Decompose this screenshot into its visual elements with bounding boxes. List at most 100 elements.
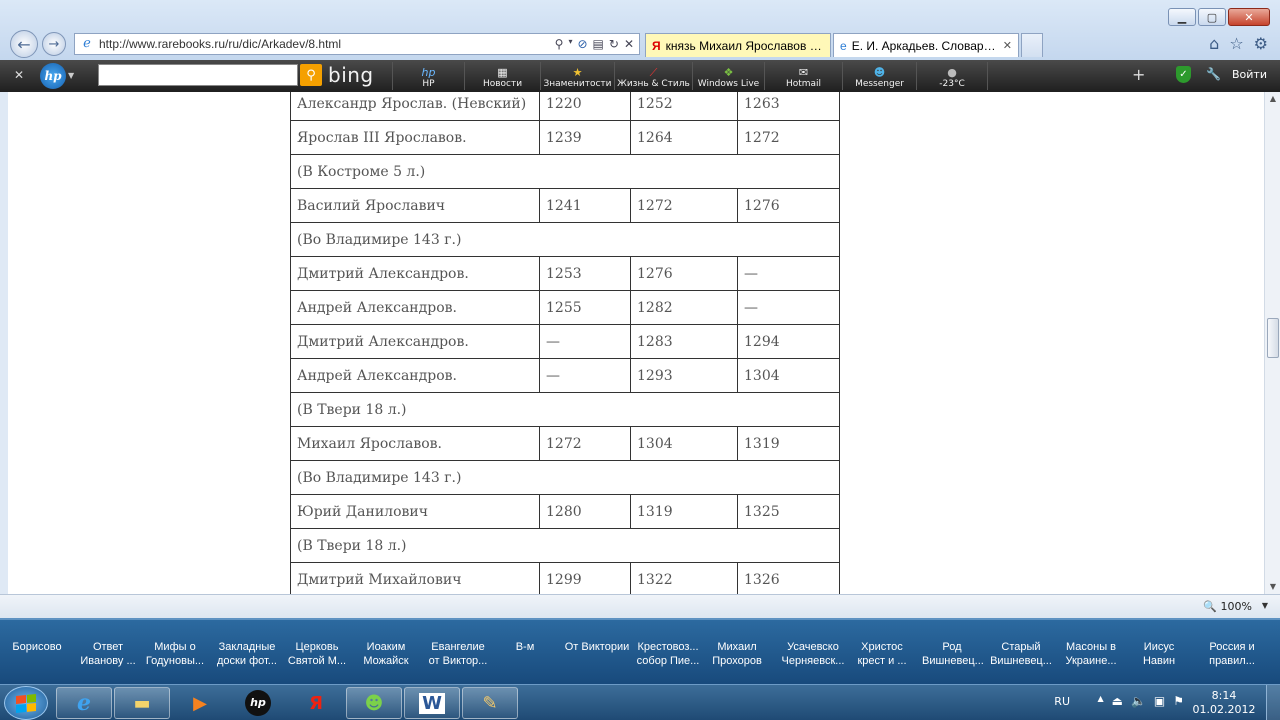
stop-icon[interactable]: ✕	[624, 37, 634, 51]
refresh-icon[interactable]: ↻	[609, 37, 619, 51]
table-row: Дмитрий Александров. 1253 1276—	[290, 256, 840, 291]
close-tab-icon[interactable]: ✕	[1003, 39, 1012, 52]
taskbar-hp[interactable]: hp	[230, 687, 286, 719]
scroll-down-icon[interactable]: ▼	[1265, 580, 1280, 594]
table-row: (Во Владимире 143 г.)	[290, 460, 840, 495]
internet-explorer-icon: e	[77, 690, 91, 716]
taskbar-media-player[interactable]: ▶	[172, 687, 228, 719]
yandex-icon: Я	[309, 692, 323, 714]
vertical-scrollbar[interactable]: ▲ ▼	[1264, 92, 1280, 594]
ruler-name-cell: Дмитрий Александров.	[290, 324, 540, 359]
new-tab-button[interactable]	[1021, 33, 1043, 57]
desktop-shortcut-link[interactable]: Крестовоз... собор Пие...	[634, 640, 702, 668]
table-row: Андрей Александров. —1293 1304	[290, 358, 840, 393]
heels-icon: ⟋	[649, 66, 658, 79]
desktop-shortcut-link[interactable]: Закладные доски фот...	[212, 640, 282, 668]
home-icon[interactable]: ⌂	[1209, 34, 1219, 53]
desktop-shortcut-link[interactable]: Усачевско Черняевск...	[778, 640, 848, 668]
close-window-button[interactable]: ✕	[1228, 8, 1270, 26]
desktop-shortcut-link[interactable]: Иисус Навин	[1132, 640, 1186, 668]
toolbar-item-windows-live[interactable]: ❖ Windows Live	[692, 62, 764, 90]
scroll-up-icon[interactable]: ▲	[1265, 92, 1280, 106]
back-button[interactable]: ←	[10, 30, 38, 58]
tab-title: князь Михаил Ярославов Тве...	[665, 38, 824, 53]
window-controls: ▁ ▢ ✕	[1168, 8, 1270, 26]
search-icon[interactable]: ⚲	[555, 37, 564, 51]
birth-year-cell: 1241	[539, 188, 631, 223]
volume-icon[interactable]: 🔈	[1131, 694, 1146, 708]
start-button[interactable]	[4, 686, 48, 720]
wrench-icon[interactable]: 🔧	[1206, 67, 1221, 81]
clock[interactable]: 8:14 01.02.2012	[1192, 689, 1256, 717]
desktop-shortcut-link[interactable]: Борисово	[8, 640, 66, 654]
desktop-shortcut-link[interactable]: Михаил Прохоров	[706, 640, 768, 668]
desktop-shortcut-link[interactable]: Иоаким Можайск	[356, 640, 416, 668]
chevron-down-icon[interactable]: ▼	[1262, 601, 1268, 610]
tab-yandex-search[interactable]: Я князь Михаил Ярославов Тве...	[645, 33, 831, 57]
login-link[interactable]: Войти	[1232, 68, 1267, 81]
desktop-shortcut-link[interactable]: Церковь Святой М...	[284, 640, 350, 668]
taskbar-messenger[interactable]: ☻	[346, 687, 402, 719]
toolbar-item-messenger[interactable]: ☻ Messenger	[842, 62, 916, 90]
taskbar-internet-explorer[interactable]: e	[56, 687, 112, 719]
reign-start-cell: 1319	[630, 494, 738, 529]
hp-logo[interactable]: hp	[40, 63, 66, 89]
table-row: Михаил Ярославов. 1272 1304 1319	[290, 426, 840, 461]
birth-year-cell: 1280	[539, 494, 631, 529]
minimize-button[interactable]: ▁	[1168, 8, 1196, 26]
zoom-level[interactable]: 🔍 100%	[1203, 600, 1252, 613]
toolbar-item-hotmail[interactable]: ✉ Hotmail	[764, 62, 842, 90]
usb-device-icon[interactable]: ⏏	[1112, 694, 1123, 708]
table-row: Андрей Александров. 1255 1282—	[290, 290, 840, 325]
desktop-shortcut-link[interactable]: Старый Вишневец...	[986, 640, 1056, 668]
close-toolbar-icon[interactable]: ✕	[14, 68, 24, 82]
maximize-button[interactable]: ▢	[1198, 8, 1226, 26]
compatibility-view-icon[interactable]: ▤	[593, 37, 604, 51]
address-url[interactable]: http://www.rarebooks.ru/ru/dic/Arkadev/8…	[99, 37, 555, 51]
reign-start-cell: 1276	[630, 256, 738, 291]
forward-button[interactable]: →	[42, 32, 66, 56]
bing-search-input[interactable]	[98, 64, 298, 86]
taskbar-paint[interactable]: ✎	[462, 687, 518, 719]
address-bar[interactable]: ℯ http://www.rarebooks.ru/ru/dic/Arkadev…	[74, 33, 640, 55]
ruler-name-cell: Андрей Александров.	[290, 358, 540, 393]
desktop-shortcut-link[interactable]: Мифы о Годуновы...	[142, 640, 208, 668]
desktop-shortcut-link[interactable]: Ответ Иванову ...	[76, 640, 140, 668]
reign-start-cell: 1322	[630, 562, 738, 594]
desktop-shortcut-link[interactable]: В-м	[510, 640, 540, 654]
network-icon[interactable]: ▣	[1154, 694, 1165, 708]
show-hidden-icons-icon[interactable]: ▲	[1097, 694, 1103, 708]
chevron-down-icon[interactable]: ▼	[68, 71, 74, 80]
tab-arkadev-dictionary[interactable]: e Е. И. Аркадьев. Словарь б... ✕	[833, 33, 1019, 57]
desktop-shortcut-link[interactable]: От Виктории	[562, 640, 632, 654]
bing-search-button[interactable]: ⚲	[300, 64, 322, 86]
taskbar-word[interactable]: W	[404, 687, 460, 719]
toolbar-item-celebrities[interactable]: ★ Знаменитости	[540, 62, 614, 90]
desktop-shortcut-link[interactable]: Россия и правил...	[1200, 640, 1264, 668]
toolbar-item-weather[interactable]: ● -23°C	[916, 62, 988, 90]
shield-icon[interactable]: ✓	[1176, 66, 1191, 83]
taskbar-yandex[interactable]: Я	[288, 687, 344, 719]
forward-arrow-icon: →	[48, 36, 60, 52]
taskbar-file-explorer[interactable]: ▬	[114, 687, 170, 719]
favorites-star-icon[interactable]: ☆	[1229, 34, 1243, 53]
show-desktop-button[interactable]	[1266, 685, 1280, 720]
table-row: Дмитрий Александров. —1283 1294	[290, 324, 840, 359]
action-center-flag-icon[interactable]: ⚑	[1173, 694, 1184, 708]
scrollbar-thumb[interactable]	[1267, 318, 1279, 358]
birth-year-cell: 1272	[539, 426, 631, 461]
desktop-shortcut-link[interactable]: Христос крест и ...	[852, 640, 912, 668]
stop-loading-icon[interactable]: ⊘	[577, 37, 587, 51]
desktop-shortcut-link[interactable]: Род Вишневец...	[922, 640, 984, 668]
toolbar-item-hp[interactable]: hp HP	[392, 62, 464, 90]
reign-end-cell: 1294	[737, 324, 840, 359]
ruler-name-cell: Михаил Ярославов.	[290, 426, 540, 461]
gear-icon[interactable]: ⚙	[1254, 34, 1268, 53]
dropdown-icon[interactable]: ▾	[568, 37, 572, 51]
desktop-shortcut-link[interactable]: Евангелие от Виктор...	[422, 640, 494, 668]
add-icon[interactable]: +	[1132, 65, 1145, 84]
desktop-shortcut-link[interactable]: Масоны в Украине...	[1058, 640, 1124, 668]
toolbar-item-lifestyle[interactable]: ⟋ Жизнь & Стиль	[614, 62, 692, 90]
toolbar-item-news[interactable]: ▦ Новости	[464, 62, 540, 90]
language-indicator[interactable]: RU	[1054, 695, 1070, 708]
